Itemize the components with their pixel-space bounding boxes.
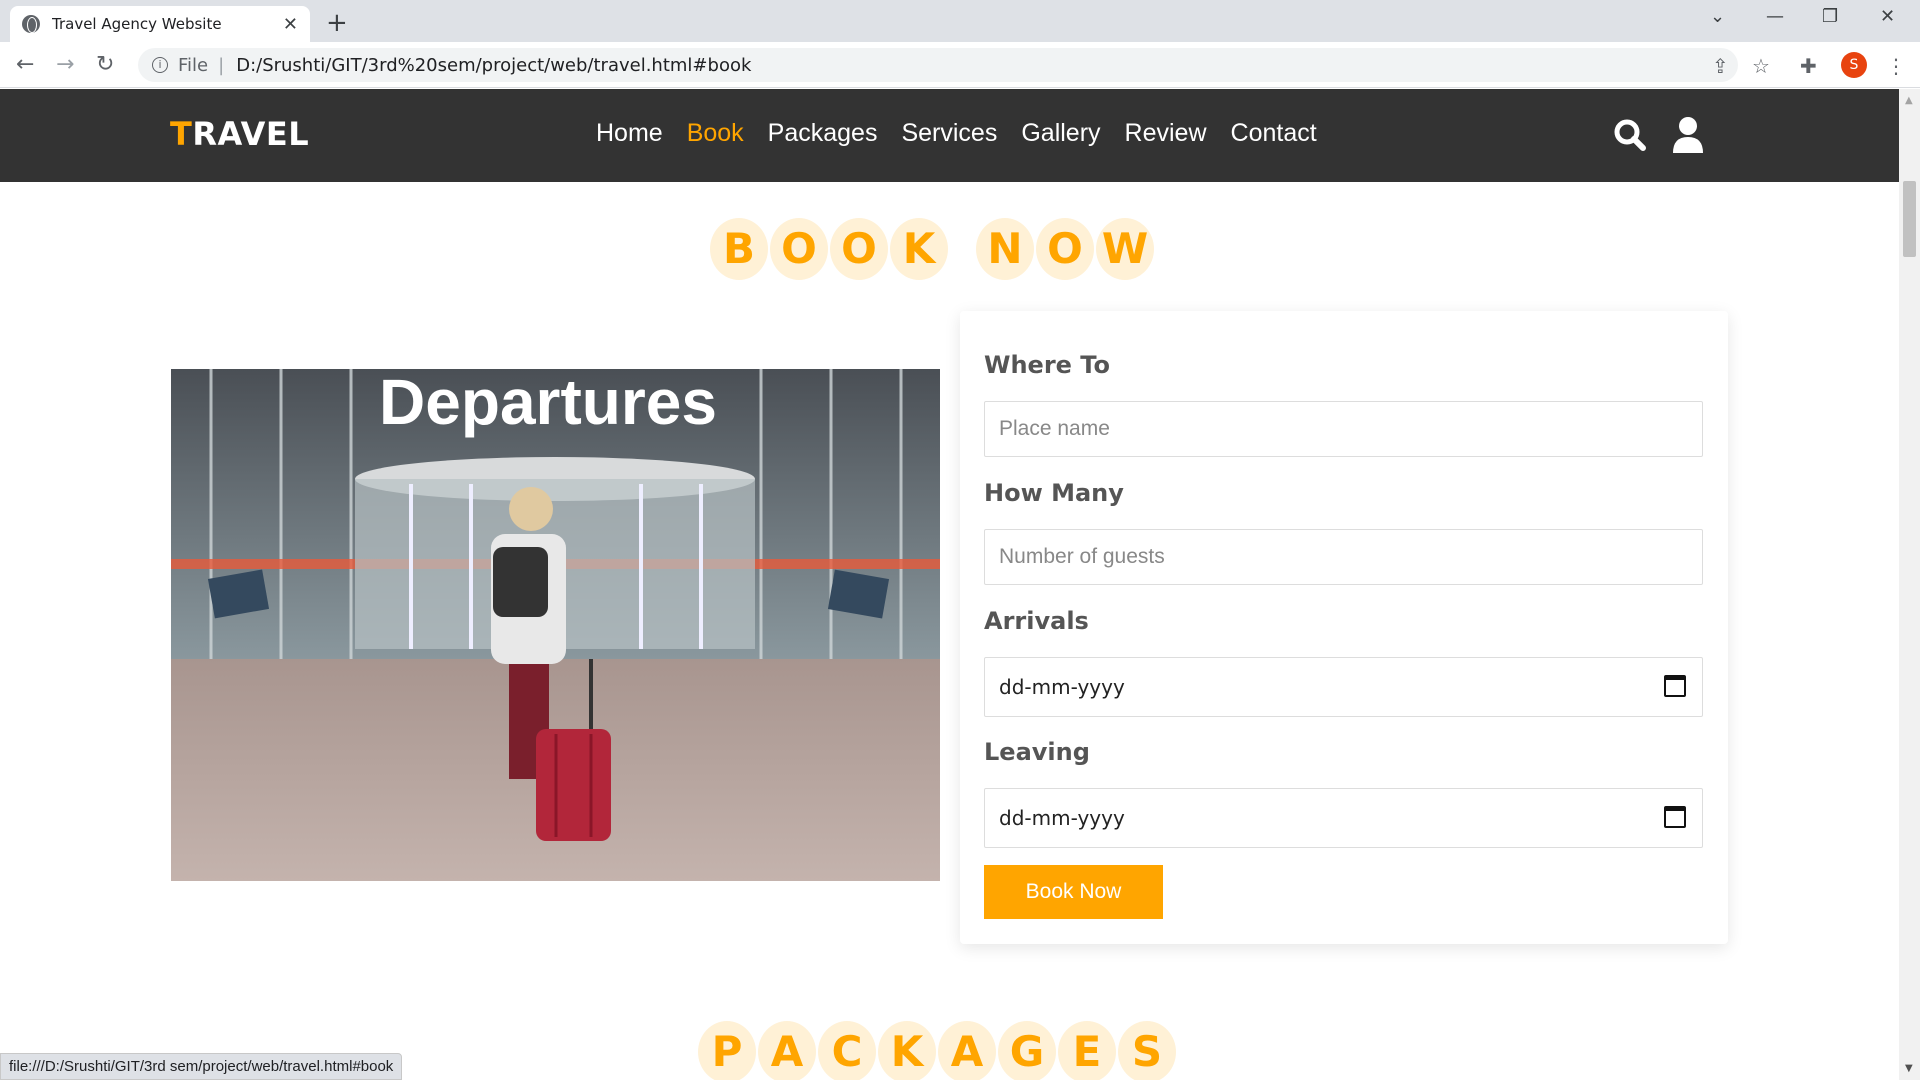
arrivals-date-value: dd-mm-yyyy [999,675,1125,699]
heading-letter: O [770,218,828,280]
browser-tab-bar: Travel Agency Website ✕ + ⌄ — ❐ ✕ [0,0,1920,42]
page-viewport: TRAVEL Home Book Packages Services Galle… [0,89,1899,1080]
main-nav: Home Book Packages Services Gallery Revi… [596,119,1317,148]
leaving-date-input[interactable]: dd-mm-yyyy [984,788,1703,848]
scroll-down-icon[interactable]: ▼ [1905,1063,1913,1074]
heading-letter: K [878,1021,936,1080]
book-now-button[interactable]: Book Now [984,865,1163,919]
address-bar[interactable]: i File | D:/Srushti/GIT/3rd%20sem/projec… [138,48,1738,82]
search-icon[interactable] [1612,115,1648,155]
browser-toolbar: ← → ↻ i File | D:/Srushti/GIT/3rd%20sem/… [0,42,1920,88]
leaving-date-value: dd-mm-yyyy [999,806,1125,830]
calendar-icon[interactable] [1664,806,1686,828]
scroll-up-icon[interactable]: ▲ [1905,95,1913,106]
window-close-icon[interactable]: ✕ [1880,6,1895,27]
url-separator: | [218,54,225,76]
packages-heading: P A C K A G E S [698,1021,1178,1080]
close-tab-icon[interactable]: ✕ [283,14,298,35]
globe-icon [22,15,40,33]
reload-icon[interactable]: ↻ [96,52,114,77]
back-icon[interactable]: ← [16,52,34,77]
tab-search-icon[interactable]: ⌄ [1710,6,1725,27]
heading-letter: K [890,218,948,280]
site-header: TRAVEL Home Book Packages Services Galle… [0,89,1899,182]
profile-avatar[interactable]: S [1841,52,1867,78]
scrollbar-thumb[interactable] [1903,181,1916,257]
nav-packages[interactable]: Packages [768,119,878,148]
departures-photo: Departures [171,369,940,881]
nav-home[interactable]: Home [596,119,663,148]
tab-title: Travel Agency Website [52,15,222,33]
booking-form: Where To Place name How Many Number of g… [960,311,1728,944]
how-many-label: How Many [984,479,1124,507]
user-icon[interactable] [1670,115,1706,155]
restore-icon[interactable]: ❐ [1822,6,1838,27]
arrivals-date-input[interactable]: dd-mm-yyyy [984,657,1703,717]
page-scrollbar[interactable]: ▲ ▼ [1899,89,1920,1080]
guests-input[interactable]: Number of guests [984,529,1703,585]
heading-letter: O [830,218,888,280]
extensions-icon[interactable]: ✚ [1800,54,1817,78]
nav-gallery[interactable]: Gallery [1021,119,1100,148]
url-scheme-label: File [178,54,209,76]
status-bar: file:///D:/Srushti/GIT/3rd sem/project/w… [0,1053,403,1080]
heading-letter: C [818,1021,876,1080]
heading-letter: A [938,1021,996,1080]
heading-space [950,218,974,280]
new-tab-button[interactable]: + [326,8,348,38]
url-text[interactable]: D:/Srushti/GIT/3rd%20sem/project/web/tra… [236,55,751,76]
bookmark-star-icon[interactable]: ☆ [1752,54,1770,78]
nav-book[interactable]: Book [687,119,744,148]
departures-sign: Departures [379,369,717,438]
heading-letter: G [998,1021,1056,1080]
heading-letter: B [710,218,768,280]
book-image: Departures [171,369,940,881]
browser-tab[interactable]: Travel Agency Website ✕ [10,6,310,42]
heading-letter: W [1096,218,1154,280]
site-logo[interactable]: TRAVEL [170,115,309,153]
forward-icon[interactable]: → [56,52,74,77]
leaving-label: Leaving [984,738,1090,766]
heading-letter: N [976,218,1034,280]
book-heading: B O O K N O W [710,218,1156,280]
info-icon[interactable]: i [152,57,168,73]
heading-letter: S [1118,1021,1176,1080]
arrivals-label: Arrivals [984,607,1089,635]
nav-services[interactable]: Services [901,119,997,148]
where-label: Where To [984,351,1110,379]
nav-contact[interactable]: Contact [1231,119,1317,148]
where-input[interactable]: Place name [984,401,1703,457]
heading-letter: O [1036,218,1094,280]
calendar-icon[interactable] [1664,675,1686,697]
menu-dots-icon[interactable]: ⋮ [1886,54,1906,78]
heading-letter: E [1058,1021,1116,1080]
heading-letter: P [698,1021,756,1080]
nav-review[interactable]: Review [1125,119,1207,148]
heading-letter: A [758,1021,816,1080]
minimize-icon[interactable]: — [1766,6,1784,27]
share-icon[interactable]: ⇪ [1712,54,1729,78]
